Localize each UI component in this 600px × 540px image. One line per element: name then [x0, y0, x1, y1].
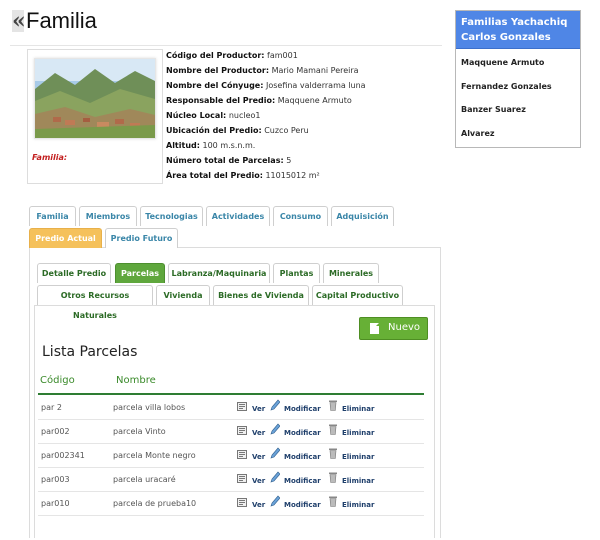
tab-miembros[interactable]: Miembros [79, 206, 137, 226]
subtab-bienes-vivienda[interactable]: Bienes de Vivienda [213, 285, 309, 305]
family-item[interactable]: Banzer Suarez [461, 105, 526, 114]
row-code: par 2 [41, 403, 62, 412]
info-local-nucleus: Núcleo Local: nucleo1 [166, 111, 261, 120]
trash-icon[interactable] [328, 423, 338, 435]
new-document-icon [370, 322, 380, 334]
info-producer-name: Nombre del Productor: Mario Mamani Perei… [166, 66, 359, 75]
back-button[interactable]: « [12, 8, 26, 34]
edit-pencil-icon[interactable] [270, 423, 280, 435]
family-item[interactable]: Alvarez [461, 129, 495, 138]
subtab-capital-productivo[interactable]: Capital Productivo [312, 285, 403, 305]
edit-pencil-icon[interactable] [270, 399, 280, 411]
view-icon[interactable] [237, 426, 247, 435]
row-code: par002 [41, 427, 70, 436]
row-name: parcela uracaré [113, 475, 176, 484]
delete-link[interactable]: Eliminar [342, 429, 374, 437]
family-item[interactable]: Maqquene Armuto [461, 58, 544, 67]
trash-icon[interactable] [328, 399, 338, 411]
delete-link[interactable]: Eliminar [342, 477, 374, 485]
view-link[interactable]: Ver [252, 501, 265, 509]
tab-adquisicion[interactable]: Adquisición [331, 206, 394, 226]
edit-link[interactable]: Modificar [284, 429, 321, 437]
view-link[interactable]: Ver [252, 477, 265, 485]
column-header-name: Nombre [116, 375, 156, 386]
edit-link[interactable]: Modificar [284, 501, 321, 509]
tab-predio-futuro[interactable]: Predio Futuro [105, 228, 178, 248]
view-icon[interactable] [237, 498, 247, 507]
edit-pencil-icon[interactable] [270, 495, 280, 507]
subtab-plantas[interactable]: Plantas [273, 263, 320, 283]
table-row: par002 parcela Vinto Ver Modificar Elimi… [38, 420, 424, 444]
row-name: parcela Vinto [113, 427, 166, 436]
family-photo-card: Familia: [27, 49, 163, 184]
subtab-minerales[interactable]: Minerales [323, 263, 379, 283]
view-icon[interactable] [237, 474, 247, 483]
family-selected-line2: Carlos Gonzales [461, 32, 551, 43]
family-list-selected[interactable]: Familias Yachachiq Carlos Gonzales [456, 11, 580, 49]
header-divider [10, 45, 442, 46]
subtab-labranza[interactable]: Labranza/Maquinaria [168, 263, 270, 283]
edit-link[interactable]: Modificar [284, 477, 321, 485]
view-link[interactable]: Ver [252, 453, 265, 461]
tab-familia[interactable]: Familia [29, 206, 76, 226]
edit-link[interactable]: Modificar [284, 405, 321, 413]
row-name: parcela villa lobos [113, 403, 186, 412]
table-row: par010 parcela de prueba10 Ver Modificar… [38, 492, 424, 516]
family-item[interactable]: Fernandez Gonzales [461, 82, 552, 91]
info-responsible: Responsable del Predio: Maqquene Armuto [166, 96, 352, 105]
edit-link[interactable]: Modificar [284, 453, 321, 461]
family-selected-line1: Familias Yachachiq [461, 17, 568, 28]
edit-pencil-icon[interactable] [270, 471, 280, 483]
info-parcel-count: Número total de Parcelas: 5 [166, 156, 292, 165]
table-header-rule [38, 393, 424, 395]
row-code: par002341 [41, 451, 85, 460]
info-spouse-name: Nombre del Cónyuge: Josefina valderrama … [166, 81, 366, 90]
delete-link[interactable]: Eliminar [342, 405, 374, 413]
row-code: par010 [41, 499, 70, 508]
info-producer-code: Código del Productor: fam001 [166, 51, 298, 60]
view-icon[interactable] [237, 402, 247, 411]
info-total-area: Área total del Predio: 11015012 m² [166, 171, 320, 180]
table-row: par 2 parcela villa lobos Ver Modificar … [38, 396, 424, 420]
photo-caption: Familia: [32, 153, 68, 162]
edit-pencil-icon[interactable] [270, 447, 280, 459]
trash-icon[interactable] [328, 447, 338, 459]
delete-link[interactable]: Eliminar [342, 501, 374, 509]
info-location: Ubicación del Predio: Cuzco Peru [166, 126, 309, 135]
page-title: Familia [26, 8, 97, 33]
family-list-panel: Familias Yachachiq Carlos Gonzales Maqqu… [455, 10, 581, 148]
table-row: par002341 parcela Monte negro Ver Modifi… [38, 444, 424, 468]
tab-tecnologias[interactable]: Tecnologias [140, 206, 203, 226]
trash-icon[interactable] [328, 495, 338, 507]
family-photo [34, 58, 156, 139]
new-parcel-button[interactable]: Nuevo [359, 317, 428, 340]
delete-link[interactable]: Eliminar [342, 453, 374, 461]
row-name: parcela Monte negro [113, 451, 196, 460]
tab-predio-actual[interactable]: Predio Actual [29, 228, 102, 248]
view-icon[interactable] [237, 450, 247, 459]
info-altitude: Altitud: 100 m.s.n.m. [166, 141, 256, 150]
view-link[interactable]: Ver [252, 429, 265, 437]
subtab-parcelas[interactable]: Parcelas [115, 263, 165, 283]
tab-actividades[interactable]: Actividades [206, 206, 270, 226]
subtab-vivienda[interactable]: Vivienda [156, 285, 210, 305]
subtab-otros-recursos[interactable]: Otros Recursos Naturales [37, 285, 153, 320]
row-code: par003 [41, 475, 70, 484]
subtab-detalle-predio[interactable]: Detalle Predio [37, 263, 111, 283]
table-row: par003 parcela uracaré Ver Modificar Eli… [38, 468, 424, 492]
trash-icon[interactable] [328, 471, 338, 483]
new-button-label: Nuevo [388, 322, 421, 333]
tab-consumo[interactable]: Consumo [273, 206, 328, 226]
back-icon[interactable]: « [12, 8, 26, 34]
parcel-list-title: Lista Parcelas [42, 344, 138, 360]
row-name: parcela de prueba10 [113, 499, 197, 508]
column-header-code: Código [40, 375, 75, 386]
view-link[interactable]: Ver [252, 405, 265, 413]
